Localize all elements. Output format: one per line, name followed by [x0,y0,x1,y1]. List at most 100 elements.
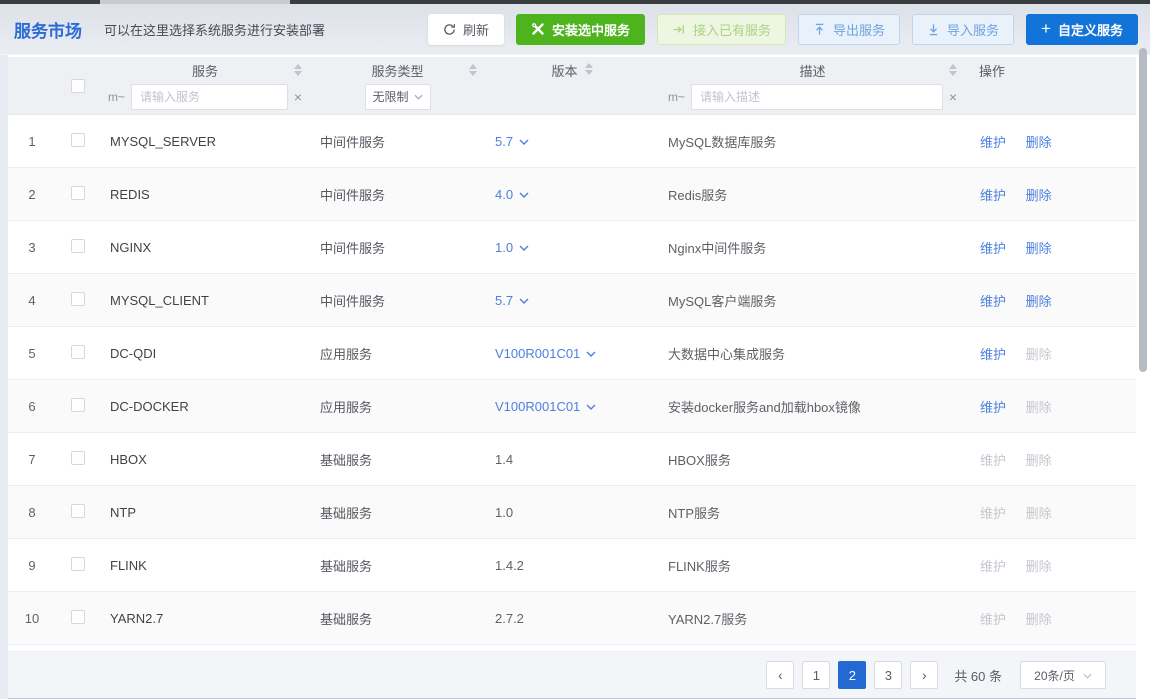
version-select[interactable]: 4.0 [495,187,529,202]
delete-link[interactable]: 删除 [1026,135,1052,150]
row-number: 1 [8,134,56,149]
service-type: 中间件服务 [310,291,485,310]
version-select: 1.0 [495,505,513,520]
version-select[interactable]: 1.0 [495,240,529,255]
refresh-button[interactable]: 刷新 [428,14,504,45]
page-button-1[interactable]: 1 [802,661,830,689]
service-name: MYSQL_SERVER [100,134,310,149]
row-checkbox[interactable] [71,610,85,624]
chevron-down-icon [519,298,529,304]
version-select[interactable]: 5.7 [495,293,529,308]
row-checkbox[interactable] [71,451,85,465]
maintain-link: 维护 [980,559,1006,574]
maintain-link[interactable]: 维护 [980,135,1006,150]
prev-page-button[interactable]: ‹ [766,661,794,689]
select-all-checkbox[interactable] [71,79,85,93]
partial-row-sliver [8,645,1136,652]
row-checkbox[interactable] [71,292,85,306]
delete-link[interactable]: 删除 [1026,188,1052,203]
row-checkbox[interactable] [71,133,85,147]
sort-icon[interactable] [948,64,958,78]
table-row: 1 MYSQL_SERVER 中间件服务 5.7 MySQL数据库服务 维护 删… [8,115,1136,168]
version-select[interactable]: V100R001C01 [495,399,596,414]
header-desc: 描述 m~ × [660,57,965,114]
type-filter-select[interactable]: 无限制 [365,84,431,110]
header-action: 操作 [965,57,1136,114]
version-select[interactable]: 5.7 [495,134,529,149]
row-number: 3 [8,240,56,255]
export-services-button[interactable]: 导出服务 [798,14,900,45]
maintain-link[interactable]: 维护 [980,294,1006,309]
page-button-3[interactable]: 3 [874,661,902,689]
service-type: 中间件服务 [310,185,485,204]
version-select[interactable]: V100R001C01 [495,346,596,361]
service-type: 基础服务 [310,450,485,469]
desc-filter-input[interactable] [691,84,943,110]
service-desc: NTP服务 [660,503,965,522]
row-checkbox[interactable] [71,557,85,571]
service-type: 应用服务 [310,344,485,363]
sort-icon[interactable] [584,63,594,77]
row-checkbox[interactable] [71,345,85,359]
delete-link: 删除 [1026,612,1052,627]
table-row: 7 HBOX 基础服务 1.4 HBOX服务 维护 删除 [8,433,1136,486]
chevron-down-icon [586,404,596,410]
chevron-down-icon [586,351,596,357]
service-desc: Redis服务 [660,185,965,204]
header-checkbox-cell [56,57,100,114]
service-name: NGINX [100,240,310,255]
maintain-link[interactable]: 维护 [980,400,1006,415]
services-table: 服务 m~ × 服务类型 无 [8,55,1136,699]
tools-icon [531,22,545,36]
table-row: 4 MYSQL_CLIENT 中间件服务 5.7 MySQL客户端服务 维护 删… [8,274,1136,327]
service-type: 基础服务 [310,609,485,628]
table-body: 1 MYSQL_SERVER 中间件服务 5.7 MySQL数据库服务 维护 删… [8,115,1136,645]
vertical-scrollbar[interactable] [1139,48,1147,372]
custom-service-button[interactable]: + 自定义服务 [1026,14,1138,45]
service-name: DC-DOCKER [100,399,310,414]
service-name: DC-QDI [100,346,310,361]
service-desc: 大数据中心集成服务 [660,344,965,363]
version-column-label: 版本 [551,61,577,80]
service-filter-input[interactable] [131,84,288,110]
maintain-link[interactable]: 维护 [980,188,1006,203]
clear-icon[interactable]: × [294,90,302,104]
arrow-to-bar-icon [672,23,686,36]
total-count: 共 60 条 [954,666,1002,685]
row-number: 5 [8,346,56,361]
type-column-label: 服务类型 [371,61,423,80]
row-checkbox[interactable] [71,398,85,412]
refresh-icon [443,23,456,36]
table-row: 10 YARN2.7 基础服务 2.7.2 YARN2.7服务 维护 删除 [8,592,1136,645]
row-checkbox[interactable] [71,239,85,253]
filter-prefix: m~ [668,90,685,104]
delete-link: 删除 [1026,559,1052,574]
table-header: 服务 m~ × 服务类型 无 [8,57,1136,115]
delete-link[interactable]: 删除 [1026,241,1052,256]
chevron-down-icon [519,139,529,145]
clear-icon[interactable]: × [949,90,957,104]
install-selected-button[interactable]: 安装选中服务 [516,14,645,45]
maintain-link[interactable]: 维护 [980,241,1006,256]
service-name: REDIS [100,187,310,202]
row-checkbox[interactable] [71,186,85,200]
service-desc: YARN2.7服务 [660,609,965,628]
service-desc: HBOX服务 [660,450,965,469]
service-name: MYSQL_CLIENT [100,293,310,308]
next-page-button[interactable]: › [910,661,938,689]
maintain-link: 维护 [980,453,1006,468]
delete-link[interactable]: 删除 [1026,294,1052,309]
row-checkbox[interactable] [71,504,85,518]
header-row-number [8,57,56,114]
toolbar: 刷新 安装选中服务 接入已有服务 导出服务 [428,14,1138,45]
access-existing-button[interactable]: 接入已有服务 [657,14,786,45]
maintain-link: 维护 [980,506,1006,521]
import-services-button[interactable]: 导入服务 [912,14,1014,45]
window-top-strip [0,0,1150,4]
page-size-select[interactable]: 20条/页 [1020,661,1106,689]
sort-icon[interactable] [468,64,478,78]
page-button-2-active[interactable]: 2 [838,661,866,689]
row-number: 6 [8,399,56,414]
sort-icon[interactable] [293,64,303,78]
maintain-link[interactable]: 维护 [980,347,1006,362]
